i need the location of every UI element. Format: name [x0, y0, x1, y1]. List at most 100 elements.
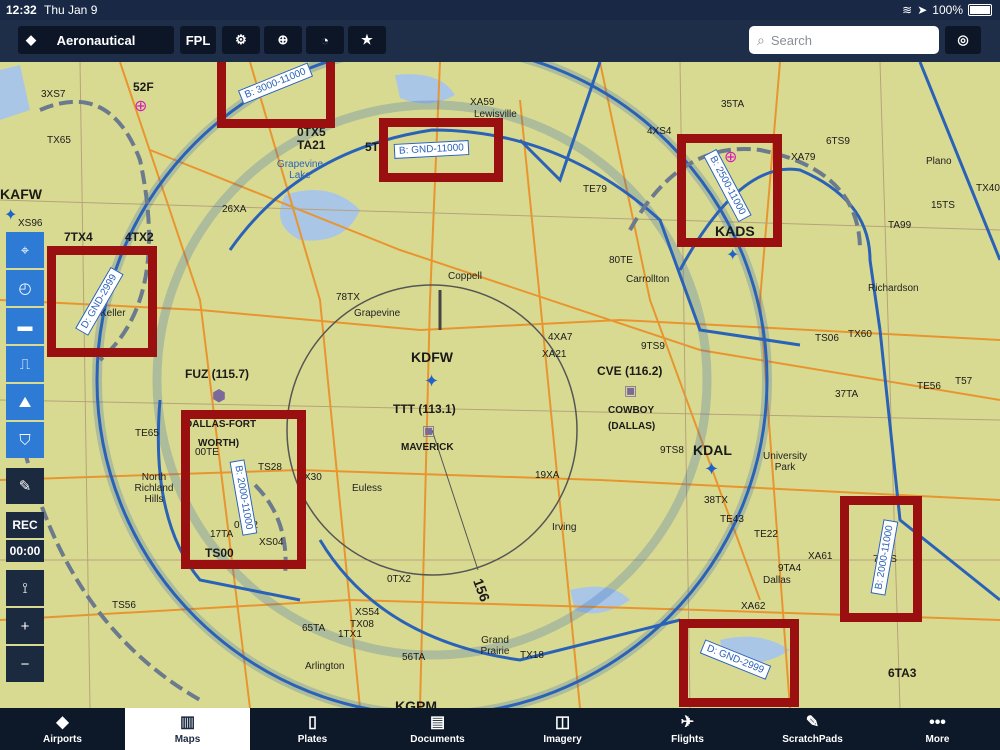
plus-icon: +: [20, 617, 30, 635]
gauge-icon: ◔: [321, 32, 329, 48]
xa21-label: XA21: [542, 349, 567, 360]
56ta-label: 56TA: [402, 652, 426, 663]
fuz-label: FUZ (115.7): [185, 367, 250, 381]
kdal-airport-icon[interactable]: ✦: [704, 459, 719, 480]
route-button[interactable]: ⟟: [6, 570, 44, 606]
kdfw-label: KDFW: [411, 349, 453, 365]
grand-prairie-label: Grand Prairie: [480, 635, 510, 657]
location-icon: ➤: [917, 3, 928, 17]
tx18-label: TX18: [520, 650, 544, 661]
kdal-label: KDAL: [693, 442, 732, 458]
tab-plates[interactable]: ▯ Plates: [250, 708, 375, 750]
scratchpads-icon: ✎: [805, 713, 820, 731]
imagery-icon: ◫: [554, 713, 571, 731]
arlington-label: Arlington: [305, 661, 345, 672]
zoom-out-button[interactable]: −: [6, 646, 44, 682]
x30-label: X30: [304, 472, 322, 483]
0tx2-label: 0TX2: [387, 574, 411, 585]
kads-airport-icon[interactable]: ✦: [726, 245, 739, 265]
status-time: 12:32: [6, 3, 37, 17]
track-up-button[interactable]: ◴: [6, 270, 44, 306]
step-icon: ⎍: [19, 355, 31, 373]
flights-icon: ✈: [680, 713, 695, 731]
tab-scratchpads[interactable]: ✎ ScratchPads: [750, 708, 875, 750]
xa62-label: XA62: [741, 601, 766, 612]
map-view[interactable]: ✦ ✦ ✦ ✦ ⊕ ⊕ ⬢ ▣ ▣ KDFW KDAL KADS KAFW FU…: [0, 62, 1000, 708]
7tx4-label: 7TX4: [64, 230, 93, 244]
80te-label: 80TE: [609, 255, 633, 266]
19xa-label: 19XA: [535, 470, 560, 481]
tab-more[interactable]: ••• More: [875, 708, 1000, 750]
instruments-button[interactable]: ◔: [306, 26, 344, 54]
map-overlay-button[interactable]: ⊕: [264, 26, 302, 54]
highlight-box: [47, 246, 157, 357]
tab-label: Maps: [174, 733, 201, 745]
1tx1-label: 1TX1: [338, 629, 362, 640]
highlight-box: [677, 134, 782, 247]
ta99-label: TA99: [888, 220, 912, 231]
te22-label: TE22: [754, 529, 778, 540]
center-on-ownship-button[interactable]: ⌖: [6, 232, 44, 268]
compass-icon: ◴: [18, 280, 32, 297]
tab-imagery[interactable]: ◫ Imagery: [500, 708, 625, 750]
xa61-label: XA61: [808, 551, 833, 562]
lake-nw: [0, 65, 30, 120]
timer-value: 00:00: [9, 544, 41, 558]
9ts9-label: 9TS9: [641, 341, 665, 352]
profile-view-button[interactable]: ⎍: [6, 346, 44, 382]
overlay-line-button[interactable]: ▬: [6, 308, 44, 344]
cowboy-label: COWBOY: [608, 405, 655, 416]
zoom-in-button[interactable]: +: [6, 608, 44, 644]
dallas-label: Dallas: [763, 575, 791, 586]
lake-lewisville: [395, 74, 455, 104]
tx65-label: TX65: [47, 135, 71, 146]
tab-flights[interactable]: ✈ Flights: [625, 708, 750, 750]
richardson-label: Richardson: [868, 283, 919, 294]
layer-label: Aeronautical: [56, 32, 136, 48]
favorites-recent-button[interactable]: ★: [348, 26, 386, 54]
ts56-label: TS56: [112, 600, 136, 611]
15ts-label: 15TS: [931, 200, 955, 211]
78tx-label: 78TX: [336, 292, 360, 303]
status-date: Thu Jan 9: [44, 3, 98, 17]
35ta-label: 35TA: [721, 99, 745, 110]
procedures-button[interactable]: ⛉: [6, 422, 44, 458]
ta21-label: TA21: [297, 138, 326, 152]
38tx-label: 38TX: [704, 495, 728, 506]
record-button[interactable]: REC: [6, 512, 44, 538]
layer-selector-button[interactable]: ◆ Aeronautical: [18, 26, 174, 54]
annotate-button[interactable]: ✎: [6, 468, 44, 504]
settings-button[interactable]: ⚙: [222, 26, 260, 54]
te56-label: TE56: [917, 381, 941, 392]
highlight-box: [217, 62, 335, 128]
locate-button[interactable]: ◎: [945, 26, 981, 54]
tab-label: Imagery: [543, 733, 582, 745]
ts06-label: TS06: [815, 333, 839, 344]
52f-label: 52F: [133, 80, 154, 94]
ttt-vor-icon[interactable]: ▣: [422, 422, 435, 439]
crosshair-icon: ◎: [957, 32, 969, 47]
terrain-button[interactable]: ⛰: [6, 384, 44, 420]
6ts9-label: 6TS9: [826, 136, 850, 147]
highlight-box: [679, 619, 799, 707]
cve-vor-icon[interactable]: ▣: [624, 382, 637, 399]
tab-airports[interactable]: ◆ Airports: [0, 708, 125, 750]
fpl-button[interactable]: FPL: [180, 26, 216, 54]
tab-maps[interactable]: ▥ Maps: [125, 708, 250, 750]
gear-icon: ⚙: [235, 32, 247, 47]
xs54-label: XS54: [355, 607, 380, 618]
xs96-label: XS96: [18, 218, 43, 229]
timer-display[interactable]: 00:00: [6, 540, 44, 562]
minus-icon: −: [20, 655, 30, 673]
battery-percent: 100%: [932, 3, 963, 17]
tab-documents[interactable]: ▤ Documents: [375, 708, 500, 750]
wifi-icon: ≋: [902, 3, 913, 17]
fuz-vor-icon[interactable]: ⬢: [212, 386, 226, 406]
kafw-airport-icon[interactable]: ✦: [4, 205, 17, 225]
maps-icon: ▥: [179, 713, 196, 731]
kdfw-airport-icon[interactable]: ✦: [424, 371, 439, 392]
search-icon: ⌕: [757, 31, 765, 48]
52f-airport-icon[interactable]: ⊕: [134, 96, 147, 116]
9ts8-label: 9TS8: [660, 445, 684, 456]
search-field[interactable]: ⌕ Search: [749, 26, 939, 54]
